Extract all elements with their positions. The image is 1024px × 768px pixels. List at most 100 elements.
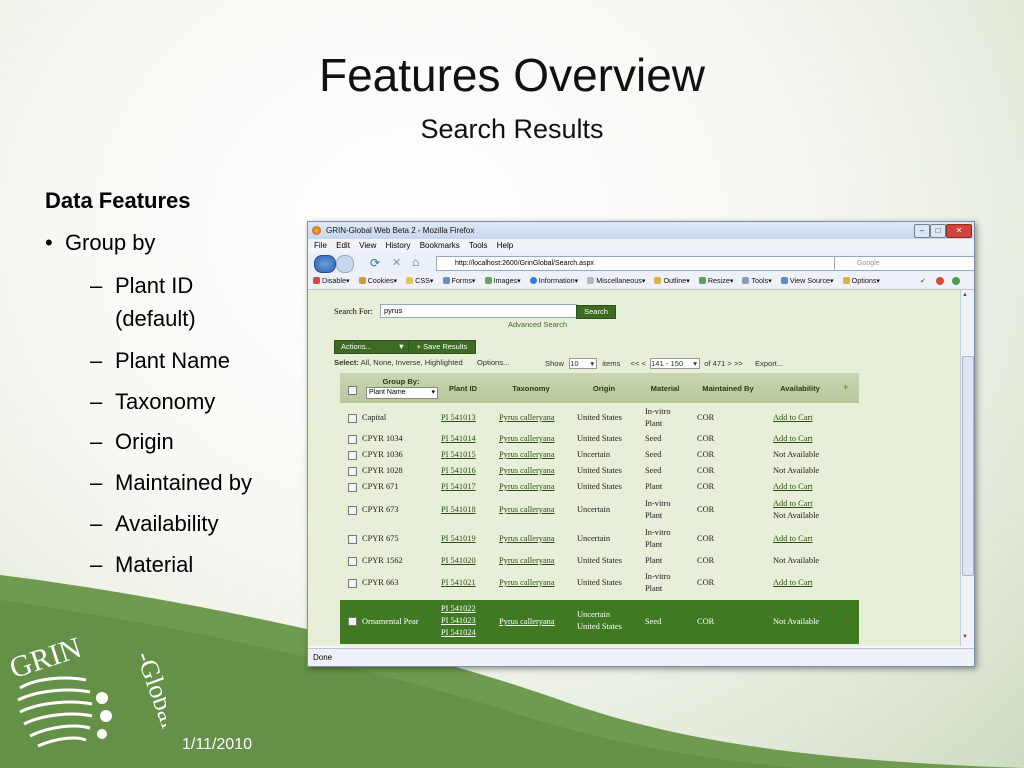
range-select[interactable]: 141 - 150 ▾ bbox=[650, 358, 701, 369]
ok-icon[interactable] bbox=[952, 277, 960, 285]
toolbar-disable[interactable]: Disable▾ bbox=[313, 276, 350, 285]
row-taxonomy-link[interactable]: Pyrus calleryana bbox=[499, 577, 555, 588]
reload-icon[interactable]: ⟳ bbox=[370, 256, 380, 270]
menu-tools[interactable]: Tools bbox=[469, 241, 488, 250]
row-plant-id-link[interactable]: PI 541023 bbox=[441, 615, 476, 626]
row-checkbox[interactable] bbox=[348, 413, 357, 423]
home-icon[interactable]: ⌂ bbox=[412, 255, 419, 269]
row-checkbox[interactable] bbox=[348, 505, 357, 515]
export-link[interactable]: Export... bbox=[755, 359, 783, 368]
advanced-search-link[interactable]: Advanced Search bbox=[508, 320, 567, 329]
row-checkbox[interactable] bbox=[348, 578, 357, 588]
row-add-to-cart-link[interactable]: Add to Cart bbox=[773, 412, 813, 423]
back-icon[interactable] bbox=[314, 255, 336, 273]
table-row[interactable]: CPYR 673 PI 541018 Pyrus calleryana Uncerta… bbox=[340, 494, 859, 524]
row-plant-id-link[interactable]: PI 541022 bbox=[441, 603, 476, 614]
row-plant-id-link[interactable]: PI 541024 bbox=[441, 627, 476, 638]
row-plant-id-link[interactable]: PI 541021 bbox=[441, 577, 476, 588]
table-row[interactable]: CPYR 663 PI 541021 Pyrus calleryana United … bbox=[340, 568, 859, 596]
row-checkbox[interactable] bbox=[348, 482, 357, 492]
prev-nav[interactable]: << < bbox=[631, 359, 646, 368]
row-plant-id-link[interactable]: PI 541018 bbox=[441, 504, 476, 515]
toolbar-cookies[interactable]: Cookies▾ bbox=[358, 276, 397, 285]
row-add-to-cart-link[interactable]: Add to Cart bbox=[773, 481, 813, 492]
scroll-up-icon[interactable]: ▲ bbox=[962, 292, 968, 298]
toolbar-options[interactable]: Options▾ bbox=[842, 276, 880, 285]
row-taxonomy-link[interactable]: Pyrus calleryana bbox=[499, 504, 555, 515]
menu-help[interactable]: Help bbox=[497, 241, 513, 250]
select-all-checkbox[interactable] bbox=[348, 386, 357, 395]
of-total-nav[interactable]: of 471 > >> bbox=[704, 359, 743, 368]
stop-icon[interactable]: ✕ bbox=[392, 256, 401, 269]
row-add-to-cart-link[interactable]: Add to Cart bbox=[773, 498, 813, 509]
column-origin[interactable]: Origin bbox=[573, 384, 635, 393]
row-taxonomy-link[interactable]: Pyrus calleryana bbox=[499, 465, 555, 476]
row-plant-id-link[interactable]: PI 541020 bbox=[441, 555, 476, 566]
row-taxonomy-link[interactable]: Pyrus calleryana bbox=[499, 555, 555, 566]
save-results-button[interactable]: + Save Results bbox=[408, 340, 476, 354]
row-plant-id-link[interactable]: PI 541013 bbox=[441, 412, 476, 423]
toolbar-miscellaneous[interactable]: Miscellaneous▾ bbox=[587, 276, 645, 285]
toolbar-view-source[interactable]: View Source▾ bbox=[780, 276, 834, 285]
row-checkbox[interactable] bbox=[348, 450, 357, 460]
row-add-to-cart-link[interactable]: Add to Cart bbox=[773, 577, 813, 588]
toolbar-information[interactable]: Information▾ bbox=[529, 276, 578, 285]
vertical-scrollbar[interactable]: ▲ ▼ bbox=[960, 290, 974, 646]
collapse-icon[interactable]: – bbox=[843, 615, 847, 626]
group-by-select[interactable]: Plant Name ▾ bbox=[366, 387, 438, 399]
column-maintained-by[interactable]: Maintained By bbox=[695, 384, 761, 393]
maximize-icon[interactable]: □ bbox=[930, 224, 946, 238]
add-column-icon[interactable]: + bbox=[843, 382, 848, 392]
column-availability[interactable]: Availability bbox=[768, 384, 832, 393]
search-input[interactable]: pyrus bbox=[380, 304, 577, 318]
toolbar-css[interactable]: CSS▾ bbox=[406, 276, 434, 285]
row-checkbox[interactable] bbox=[348, 434, 357, 444]
scroll-thumb[interactable] bbox=[962, 356, 974, 576]
toolbar-forms[interactable]: Forms▾ bbox=[442, 276, 476, 285]
menu-bookmarks[interactable]: Bookmarks bbox=[420, 241, 460, 250]
column-taxonomy[interactable]: Taxonomy bbox=[498, 384, 564, 393]
row-checkbox[interactable] bbox=[348, 534, 357, 544]
search-engine-box[interactable]: Google⌕ bbox=[834, 256, 974, 271]
toolbar-resize[interactable]: Resize▾ bbox=[698, 276, 733, 285]
menu-file[interactable]: File bbox=[314, 241, 327, 250]
forward-icon[interactable] bbox=[336, 255, 354, 273]
row-taxonomy-link[interactable]: Pyrus calleryana bbox=[499, 412, 555, 423]
toolbar-images[interactable]: Images▾ bbox=[484, 276, 521, 285]
row-add-to-cart-link[interactable]: Add to Cart bbox=[773, 433, 813, 444]
row-plant-id-link[interactable]: PI 541017 bbox=[441, 481, 476, 492]
table-row[interactable]: CPYR 671 PI 541017 Pyrus calleryana United … bbox=[340, 478, 859, 494]
table-row[interactable]: CPYR 1034 PI 541014 Pyrus calleryana United… bbox=[340, 430, 859, 446]
table-row-group[interactable]: Ornamental Pear PI 541022 PI 541023 PI 5… bbox=[340, 600, 859, 644]
actions-button[interactable]: Actions... ▼ bbox=[334, 340, 411, 354]
error-icon[interactable] bbox=[936, 277, 944, 285]
row-plant-id-link[interactable]: PI 541014 bbox=[441, 433, 476, 444]
options-link[interactable]: Options... bbox=[477, 358, 510, 367]
row-plant-id-link[interactable]: PI 541015 bbox=[441, 449, 476, 460]
menu-edit[interactable]: Edit bbox=[336, 241, 350, 250]
row-checkbox[interactable] bbox=[348, 617, 357, 626]
row-add-to-cart-link[interactable]: Add to Cart bbox=[773, 533, 813, 544]
check-icon[interactable]: ✔ bbox=[920, 273, 926, 289]
row-checkbox[interactable] bbox=[348, 556, 357, 566]
row-plant-id-link[interactable]: PI 541019 bbox=[441, 533, 476, 544]
close-icon[interactable]: ✕ bbox=[946, 224, 972, 238]
toolbar-tools[interactable]: Tools▾ bbox=[742, 276, 772, 285]
table-row[interactable]: CPYR 1028 PI 541016 Pyrus calleryana United… bbox=[340, 462, 859, 478]
table-row[interactable]: CPYR 1036 PI 541015 Pyrus calleryana Uncert… bbox=[340, 446, 859, 462]
search-button[interactable]: Search bbox=[576, 305, 616, 319]
row-taxonomy-link[interactable]: Pyrus calleryana bbox=[499, 449, 555, 460]
row-taxonomy-link[interactable]: Pyrus calleryana bbox=[499, 533, 555, 544]
row-taxonomy-link[interactable]: Pyrus calleryana bbox=[499, 433, 555, 444]
row-taxonomy-link[interactable]: Pyrus calleryana bbox=[499, 481, 555, 492]
toolbar-outline[interactable]: Outline▾ bbox=[654, 276, 690, 285]
page-size-select[interactable]: 10 ▾ bbox=[569, 358, 598, 369]
minimize-icon[interactable]: – bbox=[914, 224, 930, 238]
menu-history[interactable]: History bbox=[386, 241, 411, 250]
row-plant-id-link[interactable]: PI 541016 bbox=[441, 465, 476, 476]
column-plant-id[interactable]: Plant ID bbox=[438, 384, 488, 393]
select-options[interactable]: All, None, Inverse, Highlighted bbox=[361, 358, 463, 367]
table-row[interactable]: Capital PI 541013 Pyrus calleryana United S… bbox=[340, 404, 859, 430]
scroll-down-icon[interactable]: ▼ bbox=[962, 634, 968, 640]
column-material[interactable]: Material bbox=[640, 384, 690, 393]
